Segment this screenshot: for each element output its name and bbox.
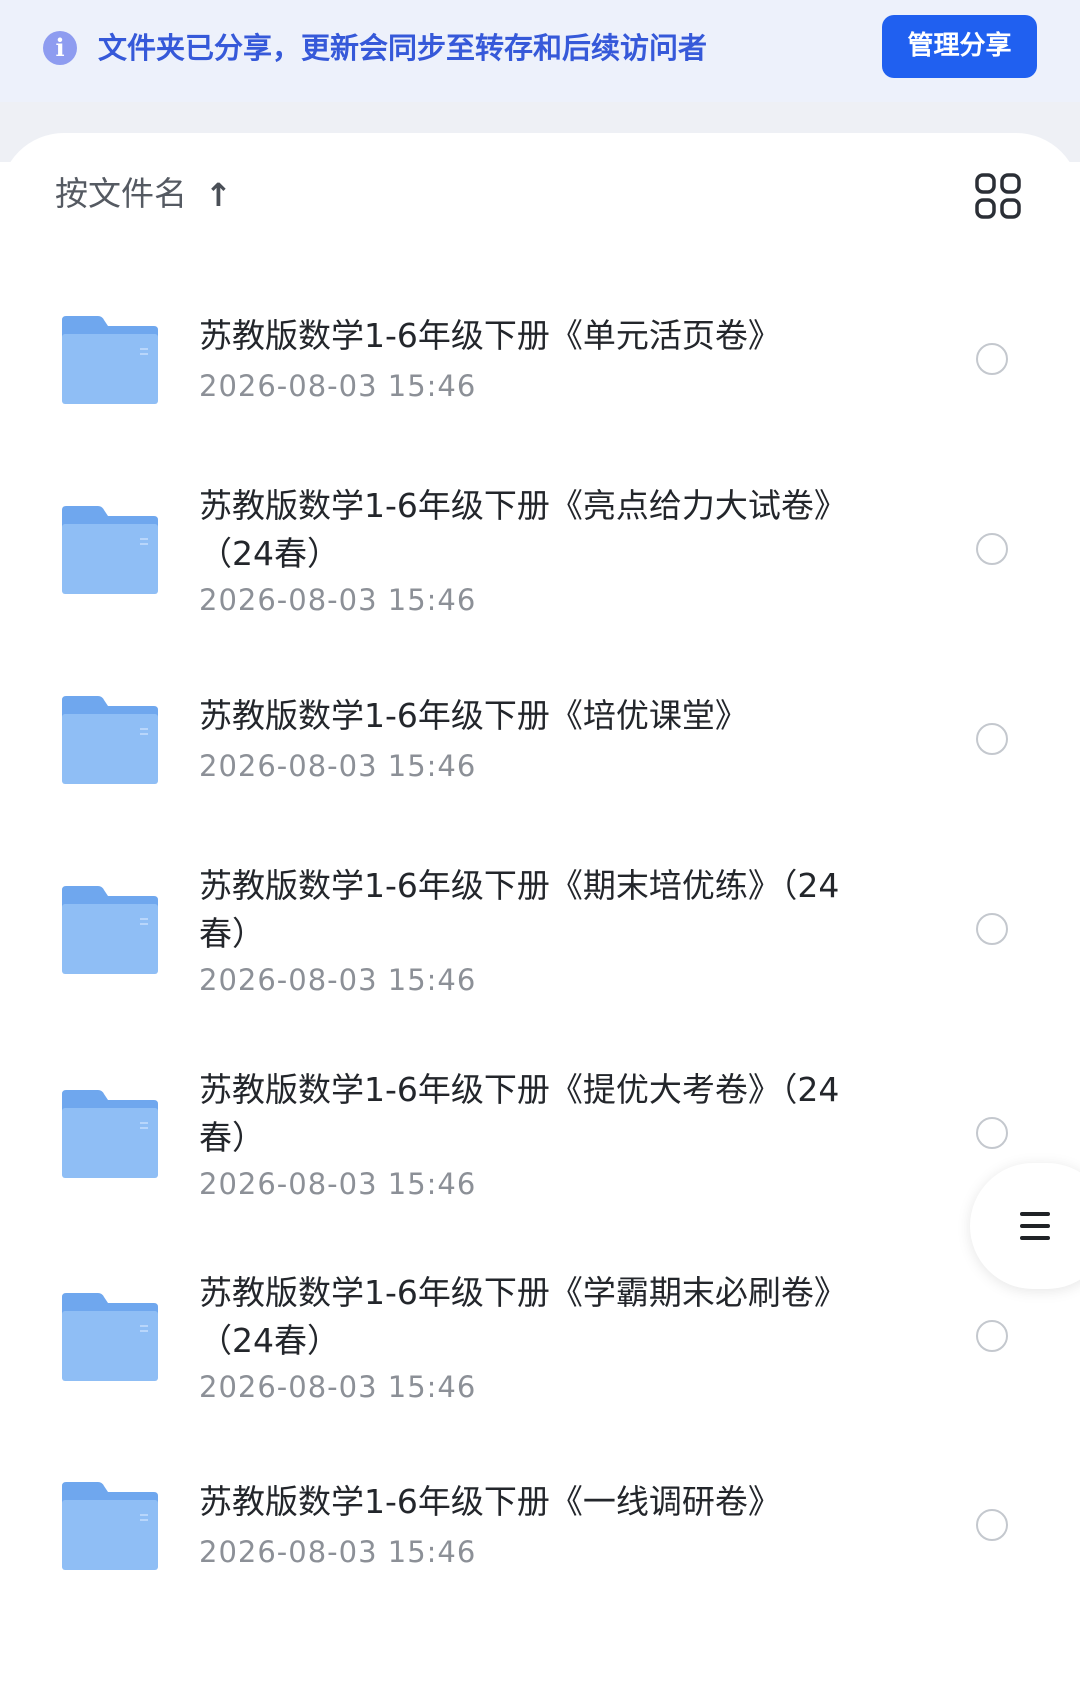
folder-icon xyxy=(62,1482,158,1570)
menu-lines-icon[interactable] xyxy=(1018,1209,1052,1243)
share-notice-text: 文件夹已分享，更新会同步至转存和后续访问者 xyxy=(98,31,708,65)
folder-icon xyxy=(62,1090,158,1178)
select-radio[interactable] xyxy=(976,343,1008,375)
arrow-up-icon[interactable]: ↑ xyxy=(205,173,232,217)
select-radio[interactable] xyxy=(976,1320,1008,1352)
share-banner: i 文件夹已分享，更新会同步至转存和后续访问者 管理分享 xyxy=(0,0,1080,102)
folder-icon xyxy=(62,316,158,404)
file-date: 2026-08-03 15:46 xyxy=(199,1535,477,1569)
file-name: 苏教版数学1-6年级下册《提优大考卷》（24春） xyxy=(199,1070,840,1157)
select-radio[interactable] xyxy=(976,533,1008,565)
info-icon: i xyxy=(43,31,77,65)
file-date: 2026-08-03 15:46 xyxy=(199,1370,477,1404)
file-name: 苏教版数学1-6年级下册《培优课堂》 xyxy=(199,696,748,735)
select-radio[interactable] xyxy=(976,1509,1008,1541)
file-name: 苏教版数学1-6年级下册《学霸期末必刷卷》（24春） xyxy=(199,1273,847,1360)
folder-icon xyxy=(62,696,158,784)
folder-icon xyxy=(62,506,158,594)
file-date: 2026-08-03 15:46 xyxy=(199,749,477,783)
select-radio[interactable] xyxy=(976,723,1008,755)
file-name: 苏教版数学1-6年级下册《单元活页卷》 xyxy=(199,316,781,355)
select-radio[interactable] xyxy=(976,913,1008,945)
file-name: 苏教版数学1-6年级下册《一线调研卷》 xyxy=(199,1482,781,1521)
file-date: 2026-08-03 15:46 xyxy=(199,963,477,997)
file-name: 苏教版数学1-6年级下册《期末培优练》（24春） xyxy=(199,866,840,953)
manage-share-button[interactable]: 管理分享 xyxy=(882,15,1037,78)
folder-icon xyxy=(62,886,158,974)
folder-icon xyxy=(62,1293,158,1381)
file-date: 2026-08-03 15:46 xyxy=(199,583,477,617)
file-date: 2026-08-03 15:46 xyxy=(199,1167,477,1201)
select-radio[interactable] xyxy=(976,1117,1008,1149)
grid-view-icon[interactable] xyxy=(975,173,1021,219)
sort-by-name-button[interactable]: 按文件名 xyxy=(55,172,187,216)
file-name: 苏教版数学1-6年级下册《亮点给力大试卷》（24春） xyxy=(199,486,847,573)
file-date: 2026-08-03 15:46 xyxy=(199,369,477,403)
